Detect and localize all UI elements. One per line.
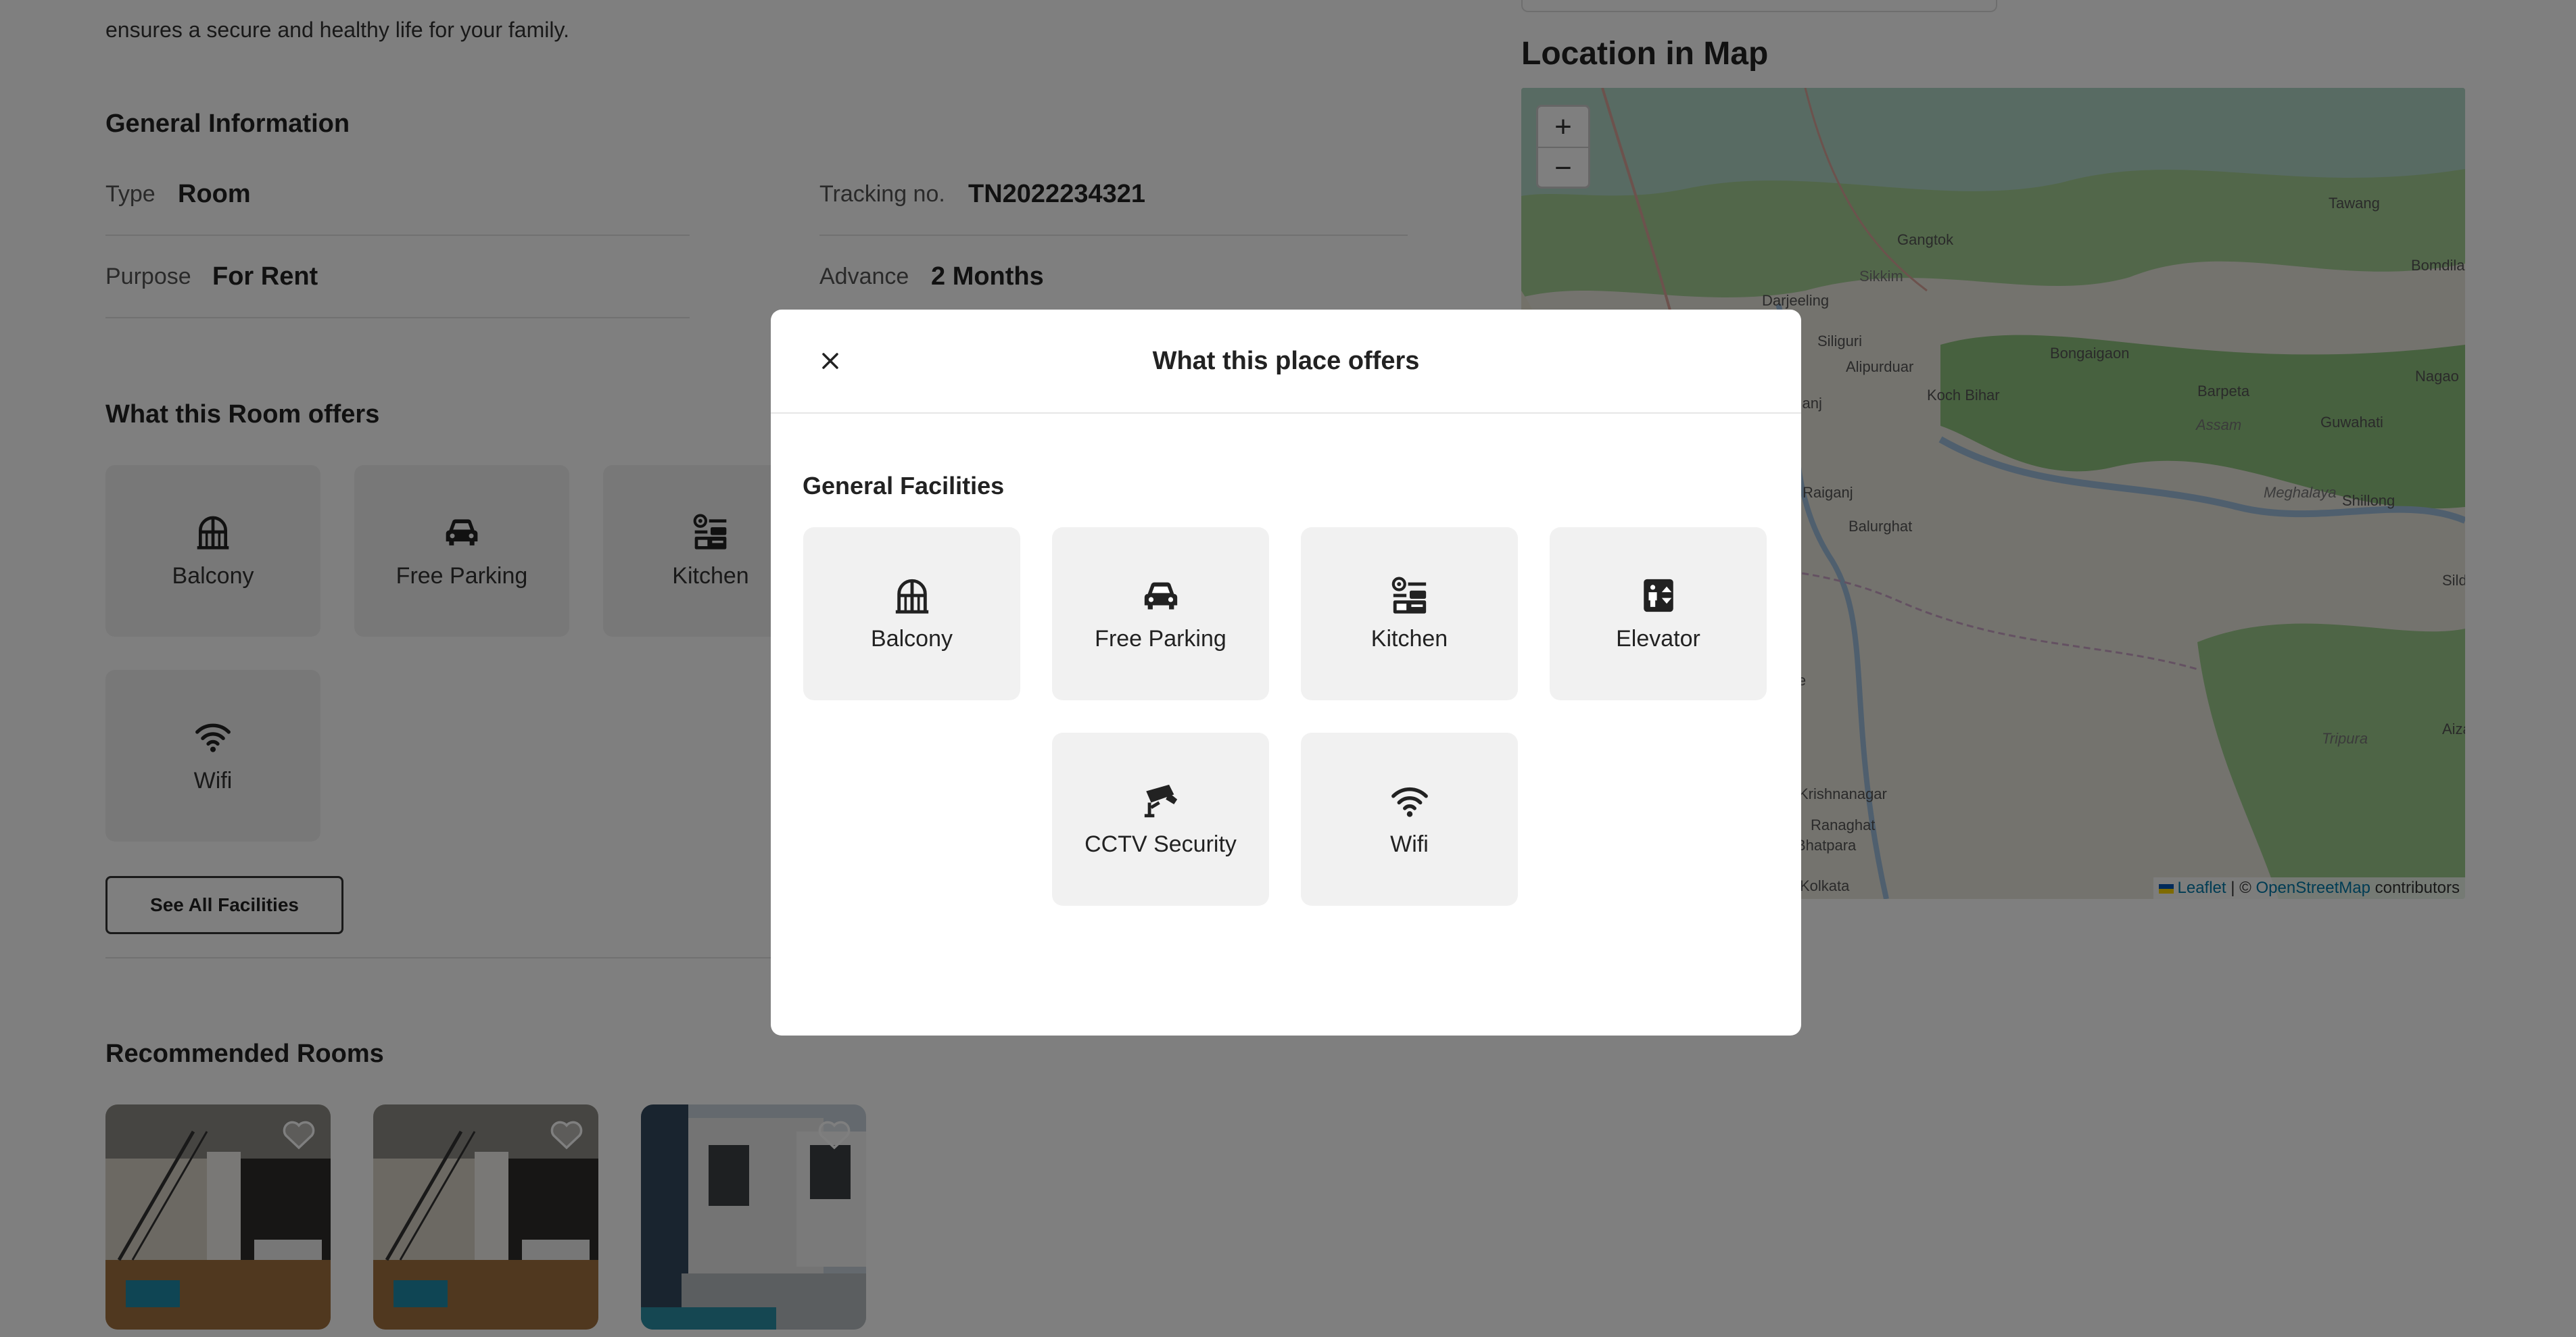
facility-label: Kitchen <box>1370 625 1448 652</box>
general-facilities-heading: General Facilities <box>803 472 1005 500</box>
facilities-modal: What this place offers General Facilitie… <box>771 310 1801 1036</box>
kitchen-icon <box>1390 576 1429 615</box>
balcony-icon <box>892 576 932 615</box>
cctv-icon <box>1141 781 1180 821</box>
facility-card-free-parking[interactable]: Free Parking <box>1052 527 1269 700</box>
facility-label: CCTV Security <box>1084 831 1237 857</box>
elevator-icon <box>1639 576 1678 615</box>
facility-label: Free Parking <box>1095 625 1226 652</box>
close-icon <box>822 353 838 369</box>
facility-card-balcony[interactable]: Balcony <box>803 527 1020 700</box>
modal-title: What this place offers <box>1152 347 1420 375</box>
facility-card-cctv-security[interactable]: CCTV Security <box>1052 733 1269 906</box>
facility-label: Elevator <box>1616 625 1700 652</box>
facility-card-kitchen[interactable]: Kitchen <box>1301 527 1518 700</box>
car-icon <box>1141 576 1180 615</box>
close-button[interactable] <box>810 341 851 381</box>
facility-label: Wifi <box>1390 831 1429 857</box>
facility-card-elevator[interactable]: Elevator <box>1550 527 1767 700</box>
modal-header: What this place offers <box>771 310 1801 414</box>
facility-label: Balcony <box>871 625 953 652</box>
facility-card-wifi[interactable]: Wifi <box>1301 733 1518 906</box>
wifi-icon <box>1390 781 1429 821</box>
